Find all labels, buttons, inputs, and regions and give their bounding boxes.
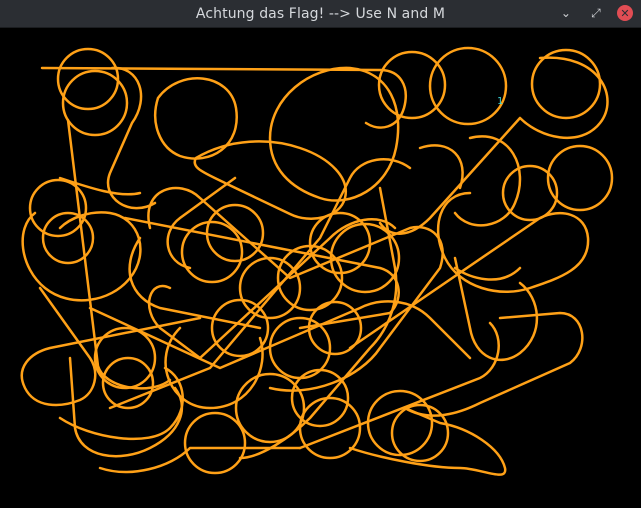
window-title: Achtung das Flag! --> Use N and M <box>195 5 446 22</box>
close-button[interactable]: ✕ <box>617 5 633 21</box>
player-score: 1 <box>497 96 504 107</box>
game-canvas[interactable]: 1 <box>0 28 641 508</box>
trail-svg <box>20 46 614 476</box>
window-controls: ⌄ ⤢ ✕ <box>557 4 633 22</box>
maximize-button[interactable]: ⤢ <box>587 4 605 22</box>
window-titlebar[interactable]: Achtung das Flag! --> Use N and M ⌄ ⤢ ✕ <box>0 0 641 28</box>
minimize-button[interactable]: ⌄ <box>557 4 575 22</box>
player-trail <box>20 46 614 476</box>
